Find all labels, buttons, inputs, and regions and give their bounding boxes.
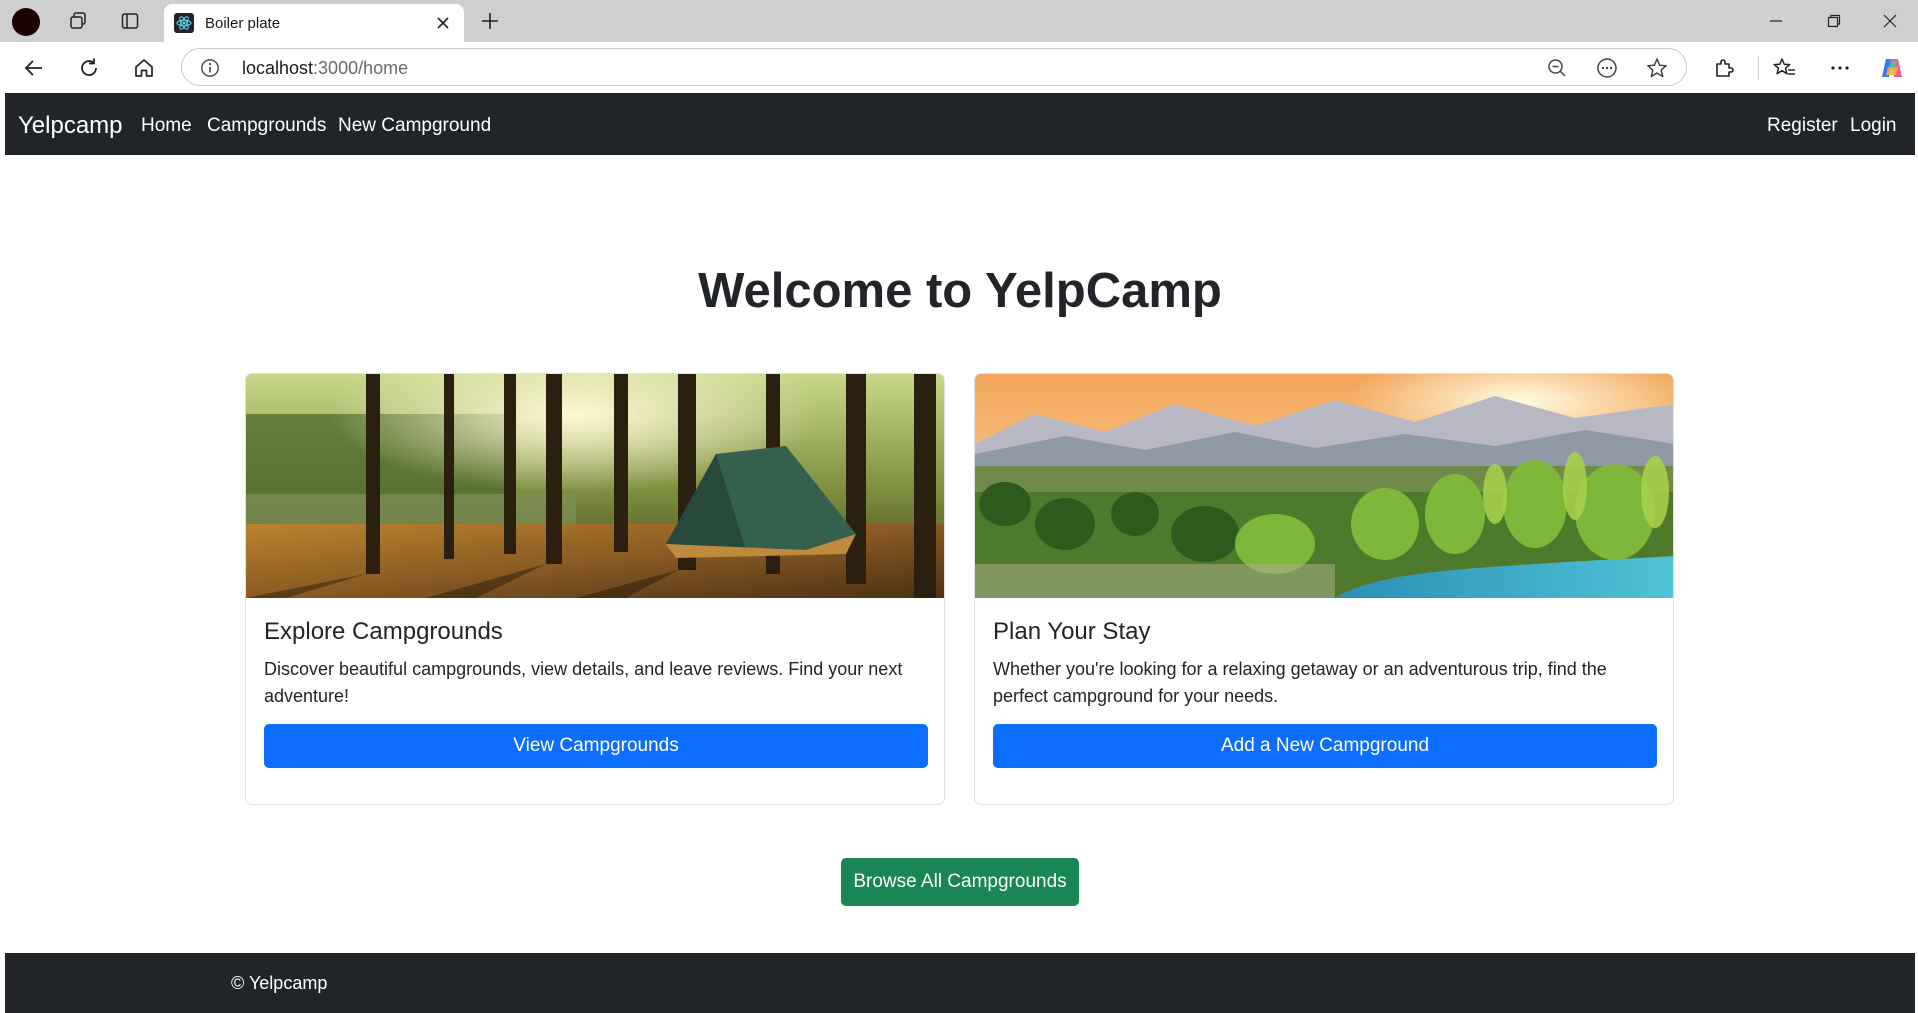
footer-copyright: © Yelpcamp (231, 973, 328, 993)
nav-link-new-campground[interactable]: New Campground (338, 115, 491, 137)
tab-actions-icon[interactable] (110, 5, 150, 37)
restore-icon[interactable] (1806, 0, 1862, 42)
card-text: Whether you're looking for a relaxing ge… (993, 659, 1607, 706)
react-icon (174, 13, 194, 33)
workspaces-icon[interactable] (58, 5, 98, 37)
site-footer: © Yelpcamp (5, 953, 1915, 1013)
brand-logo[interactable]: Yelpcamp (18, 112, 123, 140)
card-explore-campgrounds: Explore Campgrounds Discover beautiful c… (245, 373, 945, 805)
tab-title: Boiler plate (205, 15, 281, 32)
new-tab-icon[interactable] (472, 5, 508, 37)
url-host: localhost (242, 58, 314, 78)
forest-tent-image (246, 374, 944, 598)
nav-link-campgrounds[interactable]: Campgrounds (207, 115, 326, 137)
url-path: :3000/home (313, 58, 409, 78)
home-icon[interactable] (126, 51, 162, 85)
view-campgrounds-button[interactable]: View Campgrounds (264, 724, 928, 768)
profile-avatar[interactable] (12, 8, 40, 36)
address-bar[interactable]: localhost:3000/home (181, 48, 1687, 86)
nav-link-login[interactable]: Login (1850, 115, 1897, 137)
card-plan-your-stay: Plan Your Stay Whether you're looking fo… (974, 373, 1674, 805)
nav-link-register[interactable]: Register (1767, 115, 1838, 137)
favorites-icon[interactable] (1767, 51, 1803, 85)
favorite-star-icon[interactable] (1642, 54, 1672, 82)
close-window-icon[interactable] (1862, 0, 1918, 42)
site-info-icon[interactable] (200, 58, 220, 78)
minimize-icon[interactable] (1748, 0, 1804, 42)
add-campground-button[interactable]: Add a New Campground (993, 724, 1657, 768)
card-title: Plan Your Stay (993, 618, 1151, 645)
card-text: Discover beautiful campgrounds, view det… (264, 659, 903, 706)
toolbar-divider (1758, 56, 1759, 80)
browser-tab-bar: Boiler plate (0, 0, 1918, 42)
nav-link-home[interactable]: Home (141, 115, 192, 137)
url-text[interactable]: localhost:3000/home (242, 58, 408, 79)
copilot-icon[interactable] (1874, 51, 1910, 85)
browse-all-campgrounds-button[interactable]: Browse All Campgrounds (841, 858, 1079, 906)
more-options-icon[interactable] (1822, 51, 1858, 85)
site-navbar: Yelpcamp Home Campgrounds New Campground… (5, 93, 1915, 155)
browser-toolbar: localhost:3000/home (0, 42, 1918, 93)
mountain-river-image (975, 374, 1673, 598)
browser-essentials-icon[interactable] (1592, 54, 1622, 82)
back-arrow-icon[interactable] (16, 51, 52, 85)
zoom-out-icon[interactable] (1542, 54, 1572, 82)
extensions-icon[interactable] (1706, 51, 1742, 85)
tab-boiler-plate[interactable]: Boiler plate (164, 4, 464, 42)
page-viewport: Yelpcamp Home Campgrounds New Campground… (5, 93, 1915, 1013)
close-icon[interactable] (430, 10, 456, 36)
card-title: Explore Campgrounds (264, 618, 503, 645)
page-title: Welcome to YelpCamp (698, 264, 1222, 318)
refresh-icon[interactable] (71, 51, 107, 85)
